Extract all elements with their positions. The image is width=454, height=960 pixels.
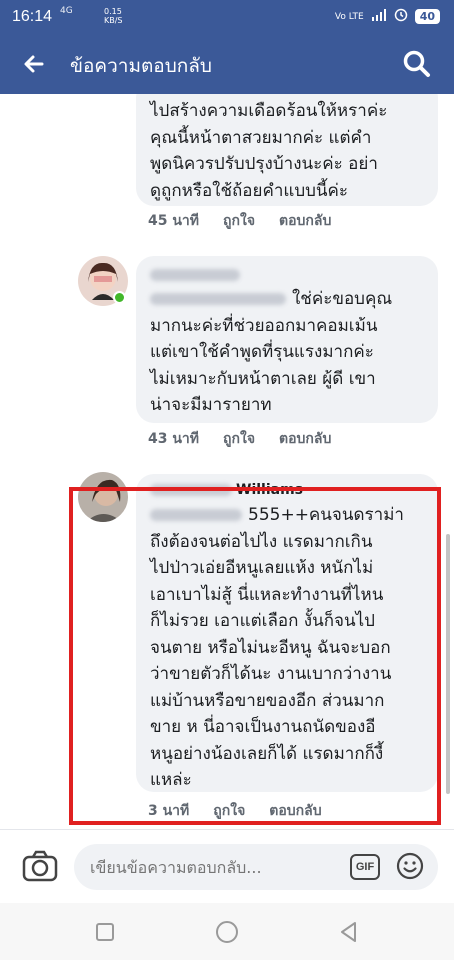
comment-time: 45 นาที: [148, 213, 200, 229]
comment-actions: 45 นาที ถูกใจ ตอบกลับ: [148, 210, 355, 232]
volte-indicator: Vo LTE: [334, 11, 364, 22]
back-nav-button[interactable]: [336, 919, 362, 945]
reply-composer: GIF: [0, 829, 454, 903]
app-bar: ข้อความตอบกลับ: [0, 34, 454, 94]
home-button[interactable]: [214, 919, 240, 945]
comment-time: 43 นาที: [148, 431, 200, 447]
system-nav-bar: [0, 903, 454, 960]
search-icon: [403, 50, 430, 77]
page-title: ข้อความตอบกลับ: [70, 56, 212, 77]
tagged-name: [150, 293, 286, 305]
alarm-icon: [394, 8, 408, 25]
reply-input[interactable]: [74, 844, 438, 890]
network-indicator: 4G: [60, 6, 73, 16]
like-button[interactable]: ถูกใจ: [223, 210, 255, 232]
comment-bubble: ไปสร้างความเดือดร้อนให้หราค่ะ คุณนี้หน้า…: [136, 94, 438, 206]
arrow-left-icon: [24, 55, 44, 73]
like-button[interactable]: ถูกใจ: [223, 428, 255, 450]
network-speed-value: 0.15: [104, 7, 122, 16]
network-speed: 0.15 KB/S: [104, 7, 123, 25]
commenter-name: [150, 264, 424, 286]
smiley-icon: [396, 852, 424, 880]
comment-bubble: ใช่ค่ะขอบคุณ มากนะค่ะที่ช่วยออกมาคอมเม้น…: [136, 256, 438, 423]
camera-button[interactable]: [22, 850, 58, 882]
status-icons: Vo LTE 40: [335, 8, 440, 25]
reply-button[interactable]: ตอบกลับ: [279, 428, 331, 450]
status-bar: 16:14 4G 0.15 KB/S Vo LTE 40: [0, 0, 454, 34]
gif-button[interactable]: GIF: [350, 854, 380, 880]
comment-thread[interactable]: ไปสร้างความเดือดร้อนให้หราค่ะ คุณนี้หน้า…: [0, 94, 454, 829]
reply-button[interactable]: ตอบกลับ: [279, 210, 331, 232]
network-speed-unit: KB/S: [104, 16, 123, 25]
triangle-back-icon: [341, 922, 356, 942]
search-button[interactable]: [402, 49, 434, 81]
emoji-button[interactable]: [396, 852, 424, 880]
highlight-box: [69, 487, 441, 825]
comment-actions: 43 นาที ถูกใจ ตอบกลับ: [148, 428, 355, 450]
back-button[interactable]: [18, 48, 50, 80]
comment-text: ไปสร้างความเดือดร้อนให้หราค่ะ คุณนี้หน้า…: [150, 101, 388, 201]
battery-icon: 40: [414, 9, 440, 24]
square-icon: [96, 923, 114, 941]
circle-icon: [216, 921, 238, 943]
signal-icon: [371, 9, 387, 24]
scrollbar[interactable]: [446, 534, 450, 794]
online-status-dot: [113, 291, 126, 304]
recents-button[interactable]: [92, 919, 118, 945]
camera-icon: [22, 850, 58, 882]
status-time: 16:14: [12, 8, 53, 25]
comment-text: ใช่ค่ะขอบคุณ มากนะค่ะที่ช่วยออกมาคอมเม้น…: [150, 289, 393, 415]
